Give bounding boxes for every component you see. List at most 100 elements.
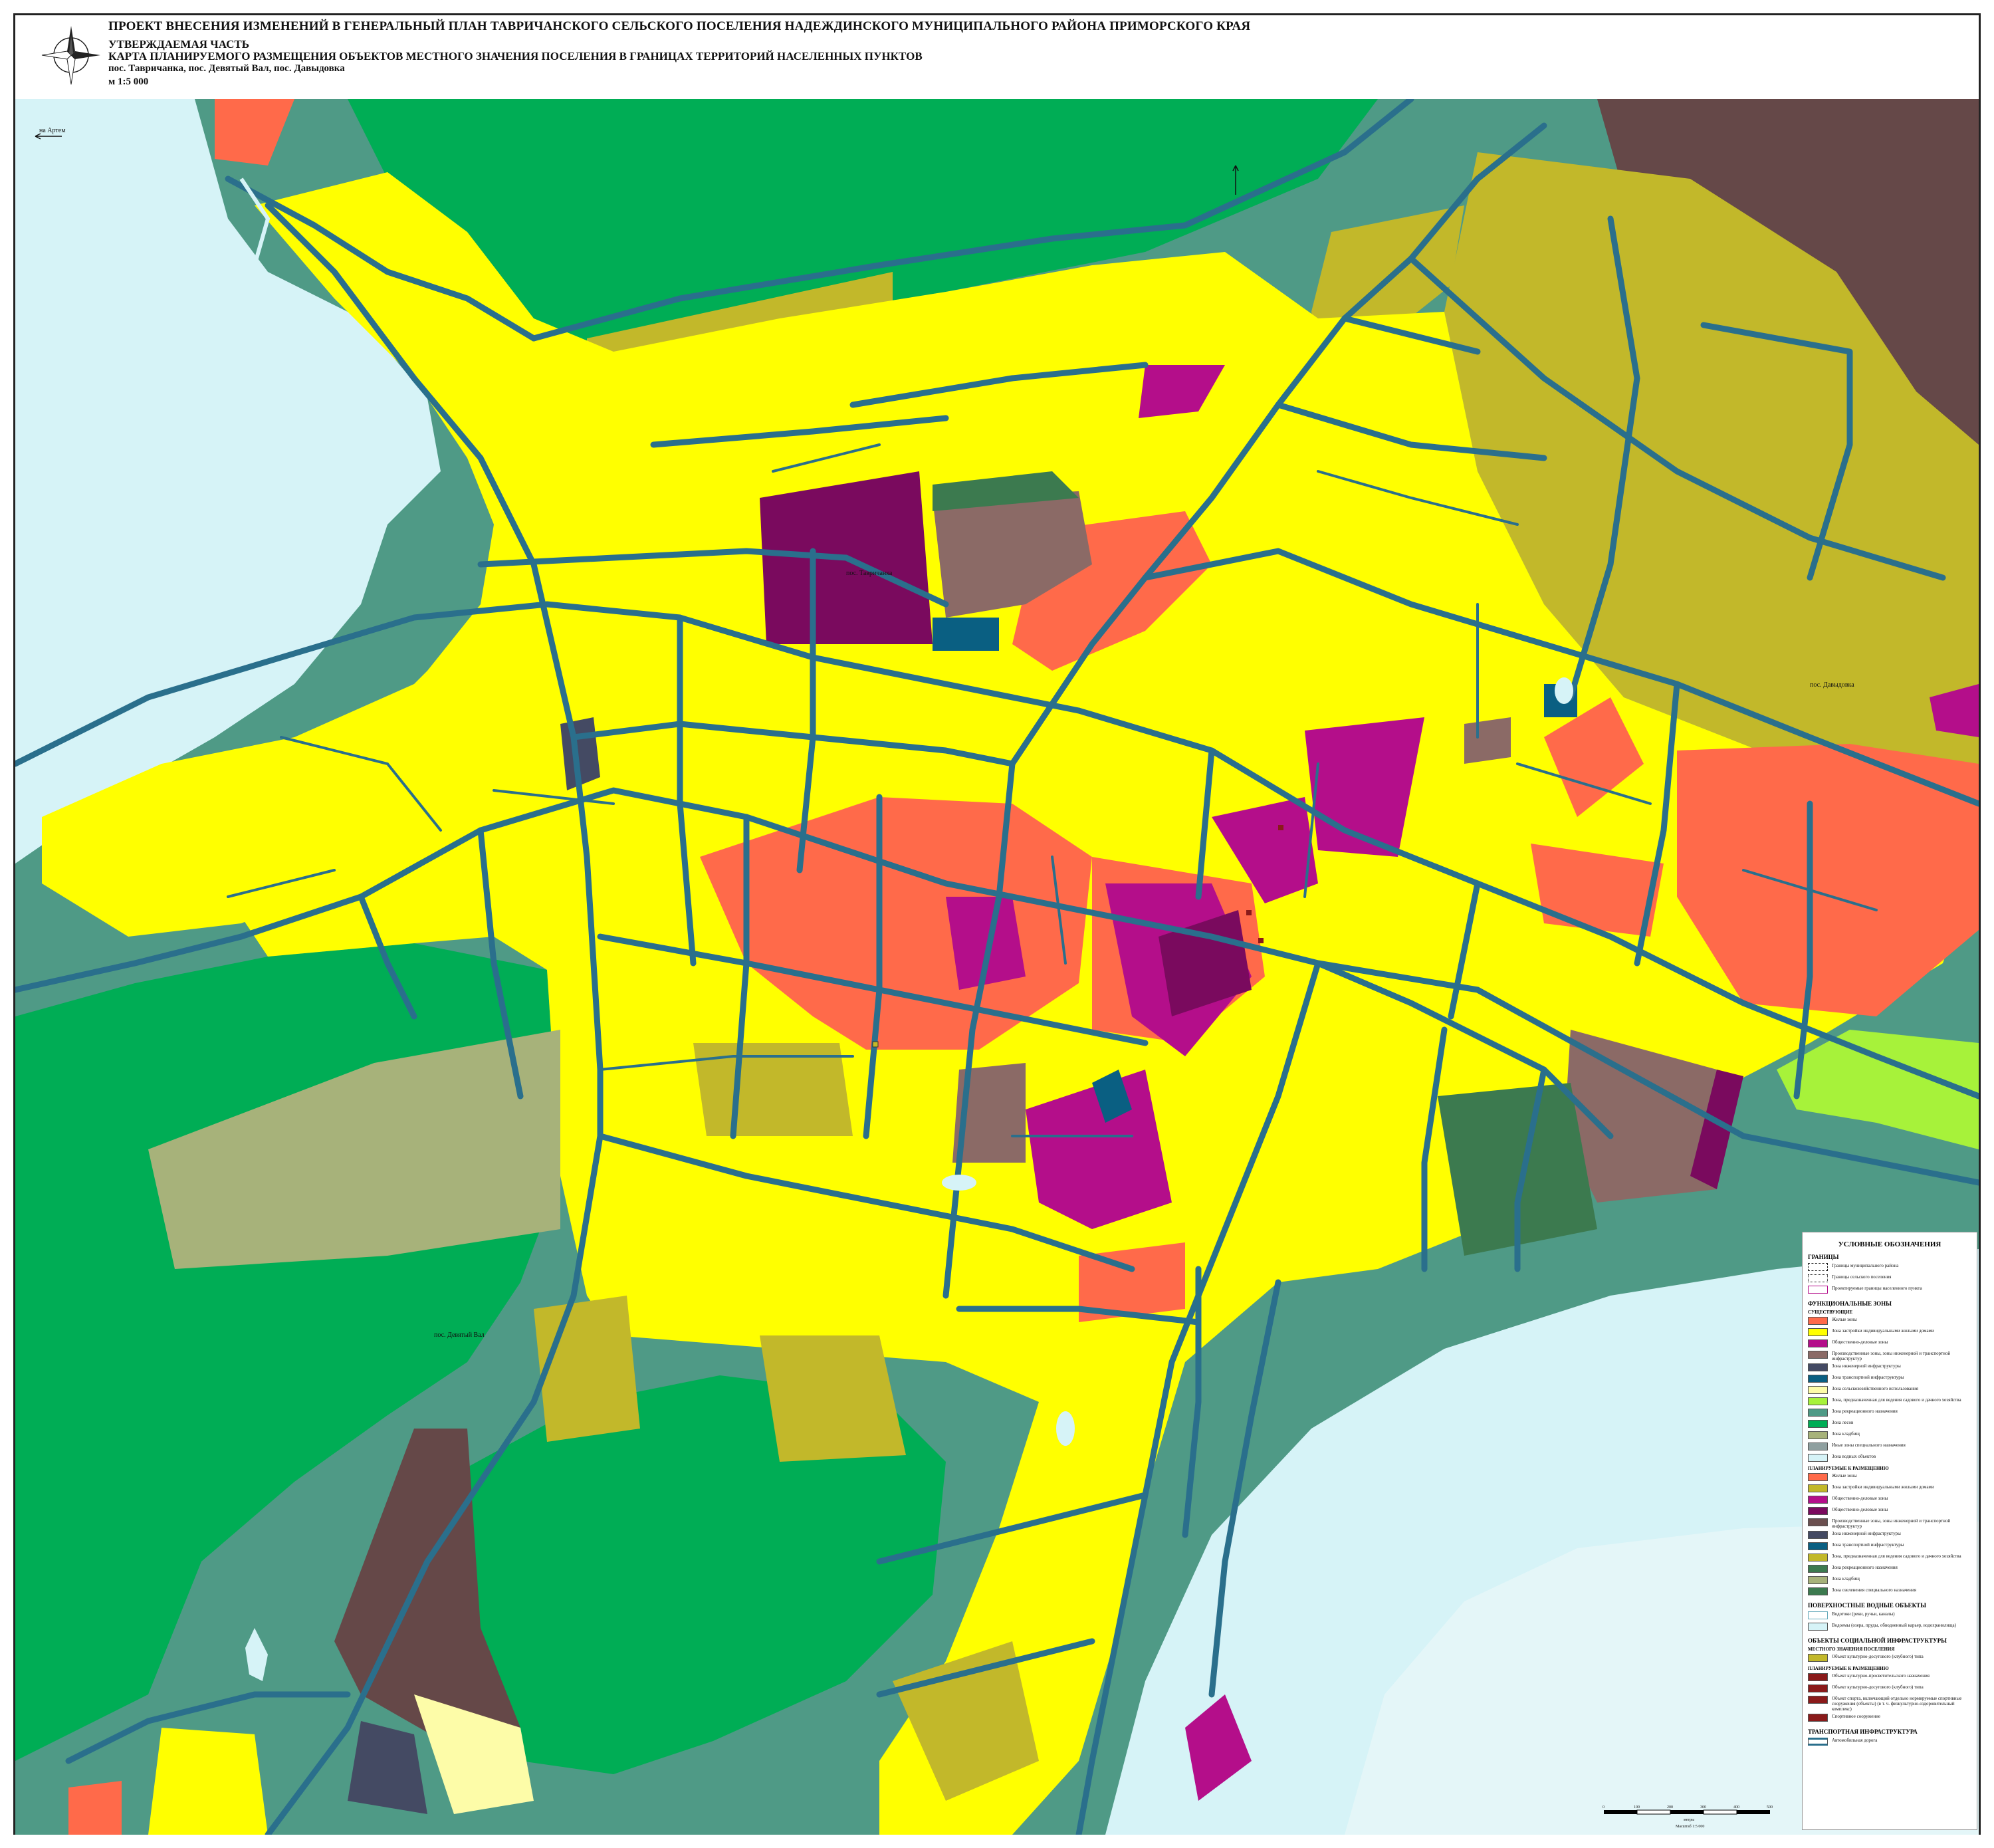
legend-swatch bbox=[1808, 1531, 1828, 1539]
legend-border-row: Границы муниципального района bbox=[1808, 1263, 1971, 1272]
residential-multi-southwest-corner bbox=[68, 1781, 122, 1835]
legend-zone-row: Спортивное сооружение bbox=[1808, 1714, 1971, 1723]
scale-ratio: Масштаб 1:5 000 bbox=[1676, 1824, 1704, 1829]
legend-zone-row: Зона застройки индивидуальными жилыми до… bbox=[1808, 1328, 1971, 1337]
document-title: ПРОЕКТ ВНЕСЕНИЯ ИЗМЕНЕНИЙ В ГЕНЕРАЛЬНЫЙ … bbox=[108, 19, 1251, 33]
label-tavrichanka: пос. Тавричанка bbox=[846, 570, 893, 577]
legend-zone-row: Жилые зоны bbox=[1808, 1473, 1971, 1482]
legend-transport-row: Автомобильная дорога bbox=[1808, 1738, 1971, 1747]
legend-social-row: Объект культурно-досугового (клубного) т… bbox=[1808, 1654, 1971, 1663]
map-scale-label: м 1:5 000 bbox=[108, 76, 149, 87]
legend-swatch bbox=[1808, 1738, 1828, 1746]
legend-existing-list: Жилые зоны Зона застройки индивидуальными… bbox=[1808, 1317, 1971, 1463]
legend-label: Границы сельского поселения bbox=[1832, 1274, 1892, 1280]
compass-rose-icon bbox=[41, 26, 100, 85]
legend-label: Границы муниципального района bbox=[1832, 1263, 1899, 1268]
legend-swatch bbox=[1808, 1454, 1828, 1462]
legend-swatch bbox=[1808, 1684, 1828, 1692]
scale-segment bbox=[1703, 1809, 1737, 1815]
legend-label: Зона инженерной инфраструктуры bbox=[1832, 1363, 1901, 1369]
legend-swatch bbox=[1808, 1484, 1828, 1492]
header: ПРОЕКТ ВНЕСЕНИЯ ИЗМЕНЕНИЙ В ГЕНЕРАЛЬНЫЙ … bbox=[15, 15, 1979, 99]
legend-label: Зона кладбищ bbox=[1832, 1431, 1860, 1437]
scale-bar: 0 100 200 300 400 500 метры Масштаб 1:5 … bbox=[1603, 1805, 1773, 1829]
legend-swatch bbox=[1808, 1286, 1828, 1294]
legend-zone-row: Зона, предназначенная для ведения садово… bbox=[1808, 1397, 1971, 1407]
social-object-marker-2 bbox=[1246, 910, 1252, 915]
legend-label: Производственные зоны, зоны инженерной и… bbox=[1832, 1518, 1951, 1529]
legend-swatch bbox=[1808, 1263, 1828, 1271]
legend-swatch bbox=[1808, 1386, 1828, 1394]
legend-label: Водотоки (реки, ручьи, каналы) bbox=[1832, 1611, 1895, 1617]
legend-label: Зона озеленения специального назначения bbox=[1832, 1587, 1916, 1593]
legend-swatch bbox=[1808, 1587, 1828, 1595]
legend-swatch bbox=[1808, 1565, 1828, 1573]
legend-label: Жилые зоны bbox=[1832, 1473, 1857, 1478]
social-object-marker-3 bbox=[1258, 938, 1264, 943]
map-title: КАРТА ПЛАНИРУЕМОГО РАЗМЕЩЕНИЯ ОБЪЕКТОВ М… bbox=[108, 50, 923, 62]
legend-zone-row: Объект культурно-досугового (клубного) т… bbox=[1808, 1684, 1971, 1694]
legend-zone-row: Зона застройки индивидуальными жилыми до… bbox=[1808, 1484, 1971, 1494]
legend-label: Производственные зоны, зоны инженерной и… bbox=[1832, 1351, 1951, 1361]
legend-swatch bbox=[1808, 1673, 1828, 1681]
legend-label: Иные зоны специального назначения bbox=[1832, 1443, 1906, 1448]
map-sheet-frame: ПРОЕКТ ВНЕСЕНИЯ ИЗМЕНЕНИЙ В ГЕНЕРАЛЬНЫЙ … bbox=[13, 13, 1981, 1835]
legend-swatch bbox=[1808, 1611, 1828, 1619]
pond-east bbox=[1555, 677, 1573, 704]
scale-tick: 400 bbox=[1733, 1805, 1739, 1809]
legend-swatch bbox=[1808, 1375, 1828, 1383]
legend-social-planned-title: ПЛАНИРУЕМЫЕ К РАЗМЕЩЕНИЮ bbox=[1808, 1666, 1889, 1671]
legend-label: Зона водных объектов bbox=[1832, 1454, 1876, 1459]
legend-label: Автомобильная дорога bbox=[1832, 1738, 1878, 1743]
scale-unit: метры bbox=[1684, 1818, 1694, 1822]
legend-label: Объект культурно-досугового (клубного) т… bbox=[1832, 1654, 1924, 1659]
legend-zone-row: Зона инженерной инфраструктуры bbox=[1808, 1531, 1971, 1540]
legend-zone-row: Зона сельскохозяйственного использования bbox=[1808, 1386, 1971, 1395]
land-use-map: пос. Тавричанка пос. Давыдовка пос. Девя… bbox=[15, 99, 1979, 1835]
legend-swatch bbox=[1808, 1714, 1828, 1722]
legend-zone-row: Объект культурно-просветительского назна… bbox=[1808, 1673, 1971, 1682]
legend-label: Жилые зоны bbox=[1832, 1317, 1857, 1322]
legend-label: Зона кладбищ bbox=[1832, 1576, 1860, 1581]
legend-label: Спортивное сооружение bbox=[1832, 1714, 1880, 1719]
label-davydovka: пос. Давыдовка bbox=[1810, 681, 1854, 689]
legend-zone-row: Производственные зоны, зоны инженерной и… bbox=[1808, 1351, 1971, 1361]
legend-swatch bbox=[1808, 1654, 1828, 1662]
legend-label: Общественно-деловые зоны bbox=[1832, 1339, 1888, 1345]
legend-existing-title: СУЩЕСТВУЮЩИЕ bbox=[1808, 1310, 1853, 1315]
scale-segment bbox=[1636, 1809, 1671, 1815]
legend-zone-row: Иные зоны специального назначения bbox=[1808, 1443, 1971, 1452]
legend-label: Проектируемые границы населенного пункта bbox=[1832, 1286, 1922, 1291]
legend-swatch bbox=[1808, 1351, 1828, 1359]
legend-zone-row: Зона рекреационного назначения bbox=[1808, 1409, 1971, 1418]
legend-label: Зона лесов bbox=[1832, 1420, 1854, 1425]
legend-swatch bbox=[1808, 1473, 1828, 1481]
scale-tick: 100 bbox=[1634, 1805, 1640, 1809]
legend-border-row: Проектируемые границы населенного пункта bbox=[1808, 1286, 1971, 1295]
legend-swatch bbox=[1808, 1317, 1828, 1325]
legend-swatch bbox=[1808, 1274, 1828, 1282]
pond-south bbox=[1056, 1411, 1075, 1446]
legend-zones-title: ФУНКЦИОНАЛЬНЫЕ ЗОНЫ bbox=[1808, 1300, 1892, 1307]
legend-title: УСЛОВНЫЕ ОБОЗНАЧЕНИЯ bbox=[1838, 1240, 1941, 1248]
legend-zone-row: Объект спорта, включающий отдельно норми… bbox=[1808, 1696, 1971, 1712]
scale-tick: 200 bbox=[1667, 1805, 1673, 1809]
garden-zone-southwest bbox=[534, 1296, 640, 1442]
legend-zone-row: Зона кладбищ bbox=[1808, 1576, 1971, 1585]
legend-swatch bbox=[1808, 1431, 1828, 1439]
legend-zone-row: Зона озеленения специального назначения bbox=[1808, 1587, 1971, 1597]
approved-part-label: УТВЕРЖДАЕМАЯ ЧАСТЬ bbox=[108, 38, 250, 51]
social-object-existing-marker bbox=[872, 1041, 879, 1048]
legend-label: Объект культурно-просветительского назна… bbox=[1832, 1673, 1930, 1678]
legend-swatch bbox=[1808, 1542, 1828, 1550]
legend-social-sub: МЕСТНОГО ЗНАЧЕНИЯ ПОСЕЛЕНИЯ bbox=[1808, 1647, 1895, 1652]
legend-swatch bbox=[1808, 1409, 1828, 1417]
legend-label: Объект культурно-досугового (клубного) т… bbox=[1832, 1684, 1924, 1690]
legend-zone-row: Зона кладбищ bbox=[1808, 1431, 1971, 1441]
scale-tick: 0 bbox=[1603, 1805, 1605, 1809]
legend-swatch bbox=[1808, 1397, 1828, 1405]
scale-segment bbox=[1737, 1810, 1770, 1814]
legend-label: Водоемы (озера, пруды, обводненный карье… bbox=[1832, 1623, 1956, 1628]
legend-label: Общественно-деловые зоны bbox=[1832, 1507, 1888, 1512]
legend-label: Общественно-деловые зоны bbox=[1832, 1496, 1888, 1501]
